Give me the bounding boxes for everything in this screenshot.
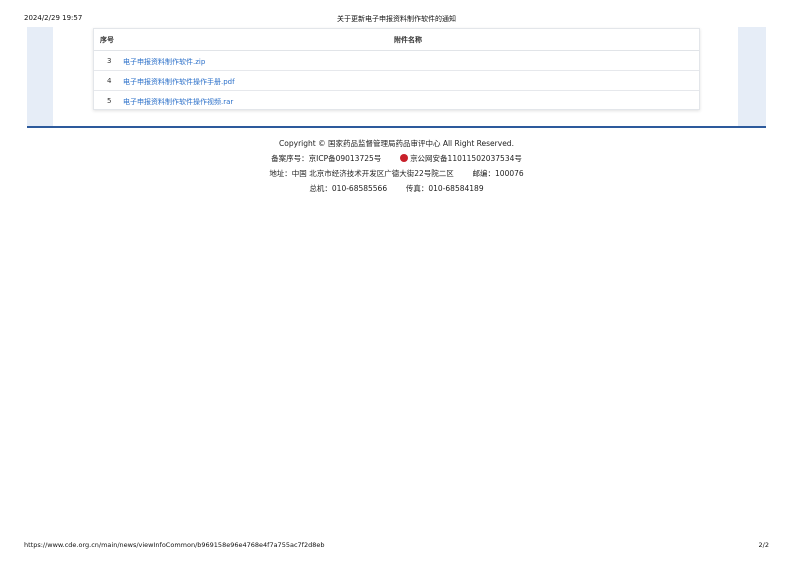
attachment-link[interactable]: 电子申报资料制作软件.zip (123, 57, 205, 67)
contact-line: 总机：010-68585566 传真：010-68584189 (0, 183, 793, 198)
print-footer: https://www.cde.org.cn/main/news/viewInf… (24, 541, 769, 551)
fax-number: 传真：010-68584189 (405, 184, 484, 193)
left-side-band (27, 27, 53, 126)
right-side-band (738, 27, 766, 126)
column-header-seq: 序号 (100, 36, 114, 44)
print-header: 2024/2/29 19:57 关于更新电子申报资料制作软件的通知 (24, 14, 769, 24)
address-text: 地址：中国 北京市经济技术开发区广德大街22号院二区 (269, 169, 454, 178)
footer-divider (27, 126, 766, 128)
table-row: 4 电子申报资料制作软件操作手册.pdf (94, 71, 699, 91)
attachment-link[interactable]: 电子申报资料制作软件操作视频.rar (123, 97, 233, 107)
table-row: 3 电子申报资料制作软件.zip (94, 51, 699, 71)
attachments-table: 序号 附件名称 3 电子申报资料制作软件.zip 4 电子申报资料制作软件操作手… (93, 28, 700, 110)
row-seq: 5 (107, 97, 112, 105)
page-number: 2/2 (758, 541, 769, 549)
registration-line: 备案序号：京ICP备09013725号 京公网安备11011502037534号 (0, 153, 793, 168)
address-line: 地址：中国 北京市经济技术开发区广德大街22号院二区 邮编：100076 (0, 168, 793, 183)
row-seq: 4 (107, 77, 112, 85)
column-header-name: 附件名称 (394, 36, 422, 44)
phone-number: 总机：010-68585566 (309, 184, 388, 193)
site-footer: Copyright © 国家药品监督管理局药品审评中心 All Right Re… (0, 138, 793, 198)
police-emblem-icon (400, 154, 409, 162)
postal-code: 邮编：100076 (472, 169, 524, 178)
icp-link[interactable]: 备案序号：京ICP备09013725号 (271, 154, 381, 163)
print-url: https://www.cde.org.cn/main/news/viewInf… (24, 541, 325, 549)
table-row: 5 电子申报资料制作软件操作视频.rar (94, 91, 699, 110)
attachment-link[interactable]: 电子申报资料制作软件操作手册.pdf (123, 77, 235, 87)
print-page-title: 关于更新电子申报资料制作软件的通知 (337, 15, 456, 23)
table-header: 序号 附件名称 (94, 29, 699, 51)
copyright-line: Copyright © 国家药品监督管理局药品审评中心 All Right Re… (279, 139, 514, 148)
row-seq: 3 (107, 57, 112, 65)
police-record-link[interactable]: 京公网安备11011502037534号 (410, 154, 522, 163)
